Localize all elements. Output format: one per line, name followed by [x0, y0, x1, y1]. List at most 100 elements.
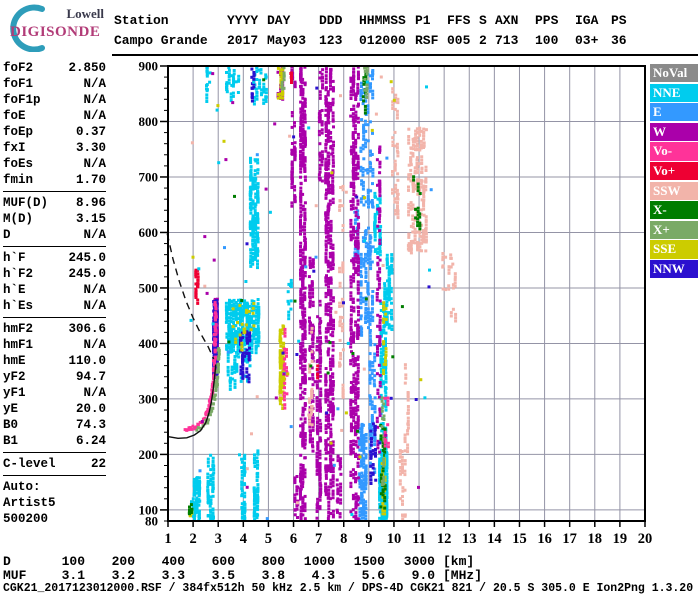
header-col-axn: AXN 713 [495, 11, 535, 50]
header-label: S [479, 13, 487, 28]
param-label: fxI [3, 141, 26, 155]
legend-item-ssw: SSW [650, 181, 698, 200]
param-label: hmF1 [3, 338, 34, 352]
param-row-md: M(D) 3.15 [3, 211, 106, 227]
dmuf-cell: 200 [111, 554, 135, 569]
panel-divider [3, 475, 106, 476]
header-col-p1: P1 RSF [415, 11, 447, 50]
legend-item-x+: X+ [650, 220, 698, 240]
param-value: 2.850 [68, 61, 106, 75]
dmuf-row-muf: MUF 3.1 3.2 3.3 3.5 3.8 4.3 5.6 9.0 [MHz] [3, 567, 483, 583]
param-label: D [3, 228, 11, 242]
param-label: B1 [3, 434, 19, 448]
param-value: N/A [83, 157, 106, 171]
dmuf-cell: 3.8 [261, 567, 285, 583]
param-row-d: D N/A [3, 227, 106, 243]
header-col-yyyy: YYYY 2017 [227, 11, 267, 50]
header-label: DDD [319, 13, 343, 28]
dmuf-cell: 3.1 [61, 567, 85, 583]
header-col-ps: PS 36 [611, 11, 635, 50]
param-label: MUF(D) [3, 196, 49, 210]
param-row-yf1: yF1 N/A [3, 385, 106, 401]
header: Station Campo Grande YYYY 2017 DAY May03 DDD 12… [114, 11, 635, 50]
header-value: Campo Grande [114, 32, 208, 48]
header-col-pps: PPS 100 [535, 11, 575, 50]
param-row-b1: B1 6.24 [3, 433, 106, 449]
param-value: 0.37 [75, 125, 106, 139]
legend-item-w: W [650, 122, 698, 142]
param-label: fmin [3, 173, 34, 187]
lowell-digisonde-logo: Lowell DIGISONDE [2, 2, 112, 53]
dmuf-cell: 3.2 [111, 567, 135, 583]
header-value: 012000 [359, 32, 406, 48]
param-row-hf2: h`F2 245.0 [3, 266, 106, 282]
dmuf-cell: 5.6 [361, 567, 385, 583]
header-label: FFS [447, 13, 471, 28]
logo-text-lowell: Lowell [66, 6, 104, 21]
param-value: 6.24 [75, 434, 106, 448]
param-label: yF1 [3, 386, 26, 400]
param-row-auto: Auto: [3, 479, 106, 495]
param-row-he: h`E N/A [3, 282, 106, 298]
dmuf-row-label: D [3, 554, 11, 569]
header-value: RSF [415, 32, 439, 48]
header-col-iga: IGA 03+ [575, 11, 611, 50]
param-row-b0: B0 74.3 [3, 417, 106, 433]
header-label: PPS [535, 13, 559, 28]
param-label: 500200 [3, 512, 49, 526]
header-col-s: S2 [479, 11, 495, 50]
dmuf-cell: 3.5 [211, 567, 235, 583]
header-col-station: Station Campo Grande [114, 11, 227, 50]
param-row-hmf1: hmF1 N/A [3, 337, 106, 353]
param-value: 245.0 [68, 267, 106, 281]
dmuf-unit: [MHz] [443, 567, 483, 583]
param-row-yf2: yF2 94.7 [3, 369, 106, 385]
param-label: foEp [3, 125, 34, 139]
param-label: foF1 [3, 77, 34, 91]
footer-status-line: CGK21_2017123012000.RSF / 384fx512h 50 k… [3, 582, 694, 595]
param-label: yE [3, 402, 19, 416]
param-value: N/A [83, 299, 106, 313]
dmuf-cell: 3.3 [161, 567, 185, 583]
panel-divider [3, 317, 106, 318]
param-value: N/A [83, 338, 106, 352]
param-row-fof1p: foF1p N/A [3, 92, 106, 108]
legend-item-x-: X- [650, 201, 698, 220]
param-label: foE [3, 109, 26, 123]
header-label: DAY [267, 13, 291, 28]
dmuf-cell: 800 [261, 554, 285, 569]
param-row-foe: foE N/A [3, 108, 106, 124]
param-row-fof2: foF2 2.850 [3, 60, 106, 76]
logo-text-digisonde: DIGISONDE [10, 24, 101, 40]
header-value: 36 [611, 32, 627, 48]
header-label: Station [114, 13, 169, 28]
header-label: YYYY [227, 13, 259, 28]
param-value: 245.0 [68, 251, 106, 265]
header-col-hhmmss: HHMMSS 012000 [359, 11, 415, 50]
param-value: 8.96 [75, 196, 106, 210]
header-label: HHMMSS [359, 13, 406, 28]
param-label: hmE [3, 354, 26, 368]
param-row-artist5: Artist5 [3, 495, 106, 511]
param-value: N/A [83, 283, 106, 297]
param-row-foep: foEp 0.37 [3, 124, 106, 140]
param-row-hme: hmE 110.0 [3, 353, 106, 369]
param-label: h`F2 [3, 267, 34, 281]
parameter-panel: foF2 2.850 foF1 N/A foF1p N/A foE N/A foEp 0.37 fx… [3, 60, 106, 527]
param-label: Auto: [3, 480, 41, 494]
param-row-ye: yE 20.0 [3, 401, 106, 417]
param-row-clevel: C-level 22 [3, 456, 106, 472]
param-row-hf: h`F 245.0 [3, 250, 106, 266]
param-value: 74.3 [75, 418, 106, 432]
param-value: 22 [90, 457, 106, 471]
legend-item-sse: SSE [650, 240, 698, 259]
dmuf-cell: 1000 [303, 554, 335, 569]
param-value: N/A [83, 77, 106, 91]
param-row-mufd: MUF(D) 8.96 [3, 195, 106, 211]
param-value: 3.15 [75, 212, 106, 226]
param-value: 20.0 [75, 402, 106, 416]
param-value: 110.0 [68, 354, 106, 368]
dmuf-cell: 9.0 [411, 567, 435, 583]
legend-item-vo-: Vo- [650, 142, 698, 161]
dmuf-cell: 1500 [353, 554, 385, 569]
